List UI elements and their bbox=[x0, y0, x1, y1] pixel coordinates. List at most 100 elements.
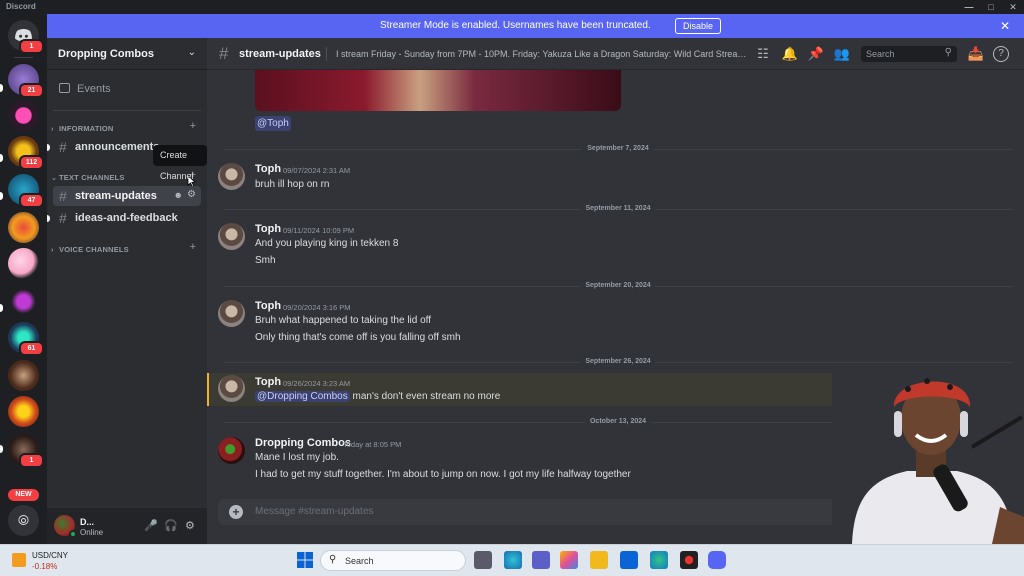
events-item[interactable]: Events bbox=[59, 83, 111, 95]
message-input[interactable]: Message #stream-updates bbox=[255, 506, 373, 517]
server-icon[interactable]: 1 bbox=[8, 434, 44, 468]
channel-header: # stream-updates I stream Friday - Sunda… bbox=[207, 38, 1024, 70]
chevron-right-icon: › bbox=[51, 126, 54, 133]
category-information[interactable]: › INFORMATION bbox=[51, 124, 114, 133]
message-text: Smh bbox=[255, 255, 276, 266]
events-label: Events bbox=[77, 83, 111, 95]
close-icon[interactable]: ✕ bbox=[1000, 19, 1010, 33]
channel-topic[interactable]: I stream Friday - Sunday from 7PM - 10PM… bbox=[336, 49, 750, 59]
taskbar-search[interactable]: ⚲ Search bbox=[320, 550, 466, 571]
server-icon[interactable] bbox=[8, 248, 39, 279]
edge-icon[interactable] bbox=[650, 551, 668, 569]
threads-icon[interactable]: ☷ bbox=[754, 45, 772, 63]
file-explorer-icon[interactable] bbox=[590, 551, 608, 569]
unread-pill bbox=[0, 445, 3, 453]
avatar[interactable] bbox=[218, 437, 245, 464]
category-label: VOICE CHANNELS bbox=[59, 245, 129, 254]
server-icon[interactable]: 61 bbox=[8, 322, 44, 356]
calendar-icon bbox=[59, 83, 70, 93]
date-label: October 13, 2024 bbox=[584, 416, 652, 428]
online-status-dot bbox=[69, 530, 77, 538]
message-author[interactable]: Toph bbox=[255, 163, 281, 175]
microphone-icon[interactable]: 🎤 bbox=[144, 519, 158, 532]
date-divider: September 7, 2024 bbox=[223, 143, 1013, 155]
copilot-icon[interactable] bbox=[560, 551, 578, 569]
server-icon[interactable] bbox=[8, 396, 39, 427]
currency-widget[interactable]: USD/CNY -0.18% bbox=[32, 551, 68, 571]
message-author[interactable]: Dropping Combos bbox=[255, 437, 351, 449]
task-view-icon[interactable] bbox=[474, 551, 492, 569]
channel-ideas-and-feedback[interactable]: # ideas-and-feedback bbox=[53, 208, 201, 228]
date-label: September 11, 2024 bbox=[580, 203, 656, 215]
discord-app: Discord — □ ✕ 1 21 112 47 61 1 NEW ⦾ Str… bbox=[0, 0, 1024, 576]
mention[interactable]: @Toph bbox=[255, 116, 291, 131]
add-attachment-icon[interactable]: + bbox=[229, 505, 243, 519]
unread-pill bbox=[0, 304, 3, 312]
server-icon[interactable] bbox=[8, 212, 39, 243]
outlook-icon[interactable] bbox=[620, 551, 638, 569]
message-timestamp: 09/20/2024 3:16 PM bbox=[283, 303, 351, 312]
channel-sidebar: Dropping Combos ⌄ Events › INFORMATION + … bbox=[47, 38, 207, 544]
disable-button[interactable]: Disable bbox=[675, 18, 722, 34]
message-text: Mane I lost my job. bbox=[255, 452, 339, 463]
add-channel-icon[interactable]: + bbox=[190, 241, 196, 253]
message-timestamp: Today at 8:05 PM bbox=[343, 440, 402, 449]
discover-icon[interactable]: ⦾ bbox=[8, 505, 39, 536]
channel-stream-updates[interactable]: # stream-updates ☻ ⚙ bbox=[53, 186, 201, 206]
banner-text: Streamer Mode is enabled. Usernames have… bbox=[380, 20, 651, 31]
chevron-down-icon: ⌄ bbox=[51, 175, 58, 182]
app-icon[interactable] bbox=[680, 551, 698, 569]
discord-taskbar-icon[interactable] bbox=[708, 551, 726, 569]
gear-icon[interactable]: ⚙ bbox=[187, 189, 196, 200]
date-label: September 7, 2024 bbox=[582, 143, 654, 155]
gear-icon[interactable]: ⚙ bbox=[185, 519, 195, 532]
server-icon[interactable]: 47 bbox=[8, 174, 44, 208]
server-header[interactable]: Dropping Combos ⌄ bbox=[47, 38, 207, 70]
widget-value: -0.18% bbox=[32, 562, 58, 571]
mention[interactable]: @Dropping Combos bbox=[255, 391, 350, 402]
inbox-icon[interactable]: 📥 bbox=[967, 45, 985, 63]
headphones-icon[interactable]: 🎧 bbox=[164, 519, 178, 532]
category-text-channels[interactable]: ⌄ TEXT CHANNELS bbox=[51, 173, 125, 182]
taskbar-search-placeholder: Search bbox=[345, 556, 374, 566]
window-title: Discord bbox=[6, 2, 36, 11]
avatar[interactable] bbox=[218, 375, 245, 402]
members-icon[interactable]: 👥 bbox=[833, 45, 851, 63]
server-icon[interactable] bbox=[8, 360, 39, 391]
add-member-icon[interactable]: ☻ bbox=[174, 190, 183, 200]
add-channel-icon[interactable]: + bbox=[190, 120, 196, 132]
help-icon[interactable]: ? bbox=[993, 46, 1009, 62]
message-author[interactable]: Toph bbox=[255, 223, 281, 235]
avatar[interactable] bbox=[218, 300, 245, 327]
message-text: Only thing that's come off is you fallin… bbox=[255, 332, 461, 343]
username: D... bbox=[80, 517, 95, 527]
channel-name: ideas-and-feedback bbox=[75, 212, 178, 224]
home-button[interactable]: 1 bbox=[8, 20, 44, 54]
teams-icon[interactable] bbox=[532, 551, 550, 569]
app-icon[interactable] bbox=[504, 551, 522, 569]
server-icon[interactable] bbox=[8, 286, 39, 317]
avatar[interactable] bbox=[218, 223, 245, 250]
pin-icon[interactable]: 📌 bbox=[807, 45, 825, 63]
embed-image[interactable] bbox=[255, 70, 621, 111]
streamer-webcam-image bbox=[832, 367, 1024, 544]
category-voice-channels[interactable]: › VOICE CHANNELS bbox=[51, 245, 129, 254]
message-author[interactable]: Toph bbox=[255, 300, 281, 312]
search-input[interactable]: Search ⚲ bbox=[861, 46, 957, 62]
hash-icon: # bbox=[59, 188, 67, 204]
hash-icon: # bbox=[219, 44, 229, 63]
windows-start-icon[interactable] bbox=[296, 551, 314, 569]
server-icon[interactable]: 21 bbox=[8, 64, 44, 98]
minimize-icon[interactable]: — bbox=[958, 0, 980, 14]
close-window-icon[interactable]: ✕ bbox=[1002, 0, 1024, 14]
message-author[interactable]: Toph bbox=[255, 376, 281, 388]
maximize-icon[interactable]: □ bbox=[980, 0, 1002, 14]
server-icon[interactable] bbox=[8, 100, 39, 131]
server-icon[interactable]: 112 bbox=[8, 136, 44, 170]
bell-icon[interactable]: 🔔 bbox=[781, 45, 799, 63]
widget-flag-icon bbox=[12, 553, 26, 567]
avatar[interactable] bbox=[218, 163, 245, 190]
search-icon: ⚲ bbox=[329, 554, 337, 565]
unread-pill bbox=[0, 192, 3, 200]
message-text-rest: man's don't even stream no more bbox=[349, 391, 501, 402]
